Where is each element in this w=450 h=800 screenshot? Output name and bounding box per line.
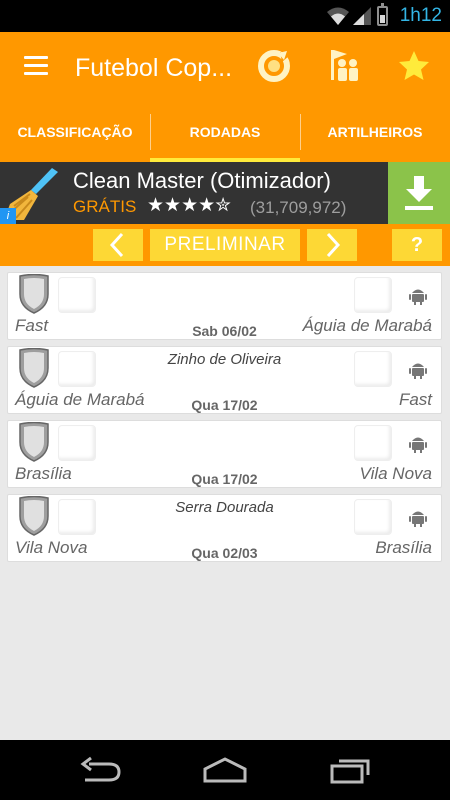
home-team-shield-icon bbox=[19, 348, 49, 388]
home-team-shield-icon bbox=[19, 274, 49, 314]
match-card[interactable]: Brasília Vila Nova Qua 17/02 bbox=[7, 420, 442, 488]
home-score-box bbox=[58, 277, 96, 313]
match-card[interactable]: Fast Águia de Marabá Sab 06/02 bbox=[7, 272, 442, 340]
tab-classificacao[interactable]: CLASSIFICAÇÃO bbox=[0, 102, 150, 162]
ad-rating-count: (31,709,972) bbox=[250, 198, 347, 217]
home-score-box bbox=[58, 499, 96, 535]
favorite-star-icon[interactable] bbox=[396, 48, 432, 84]
app-title: Futebol Cop... bbox=[75, 54, 233, 82]
round-label[interactable]: PRELIMINAR bbox=[150, 229, 300, 261]
away-score-box bbox=[354, 425, 392, 461]
away-score-box bbox=[354, 499, 392, 535]
download-icon bbox=[405, 176, 433, 210]
team-icon[interactable] bbox=[327, 48, 363, 84]
ad-rating-stars: ★★★★✮ bbox=[147, 195, 232, 216]
away-score-box bbox=[354, 277, 392, 313]
match-card[interactable]: Serra Dourada Vila Nova Brasília Qua 02/… bbox=[7, 494, 442, 562]
round-selector: PRELIMINAR ? bbox=[0, 224, 450, 266]
status-bar: 1h12 bbox=[0, 0, 450, 32]
navigation-bar bbox=[0, 740, 450, 800]
menu-icon[interactable] bbox=[24, 56, 48, 76]
match-date: Sab 06/02 bbox=[192, 323, 257, 339]
android-icon bbox=[409, 363, 427, 379]
ad-title: Clean Master (Otimizador) bbox=[73, 168, 331, 193]
home-team-shield-icon bbox=[19, 496, 49, 536]
ad-info-icon[interactable]: i bbox=[0, 208, 16, 224]
home-team-shield-icon bbox=[19, 422, 49, 462]
android-icon bbox=[409, 437, 427, 453]
tab-rodadas[interactable]: RODADAS bbox=[150, 102, 300, 162]
wifi-icon bbox=[327, 7, 349, 25]
home-score-box bbox=[58, 351, 96, 387]
match-card[interactable]: Zinho de Oliveira Águia de Marabá Fast Q… bbox=[7, 346, 442, 414]
match-date: Qua 02/03 bbox=[191, 545, 258, 561]
clock: 1h12 bbox=[399, 5, 442, 26]
match-date: Qua 17/02 bbox=[191, 471, 258, 487]
home-score-box bbox=[58, 425, 96, 461]
tab-artilheiros[interactable]: ARTILHEIROS bbox=[300, 102, 450, 162]
refresh-icon[interactable] bbox=[256, 48, 292, 84]
download-button[interactable] bbox=[388, 162, 450, 224]
away-score-box bbox=[354, 351, 392, 387]
chevron-left-icon bbox=[109, 232, 124, 258]
chevron-right-icon bbox=[326, 232, 341, 258]
android-icon bbox=[409, 289, 427, 305]
help-button[interactable]: ? bbox=[392, 229, 442, 261]
ad-banner[interactable]: i Clean Master (Otimizador) GRÁTIS ★★★★✮… bbox=[0, 162, 450, 224]
next-round-button[interactable] bbox=[307, 229, 357, 261]
signal-icon bbox=[353, 7, 371, 25]
tab-bar: CLASSIFICAÇÃO RODADAS ARTILHEIROS bbox=[0, 102, 450, 162]
home-icon[interactable] bbox=[202, 755, 248, 785]
recent-apps-icon[interactable] bbox=[328, 755, 374, 785]
action-bar: Futebol Cop... bbox=[0, 32, 450, 102]
battery-icon bbox=[377, 3, 388, 26]
back-icon[interactable] bbox=[77, 755, 123, 785]
match-date: Qua 17/02 bbox=[191, 397, 258, 413]
previous-round-button[interactable] bbox=[93, 229, 143, 261]
ad-price: GRÁTIS bbox=[73, 197, 137, 216]
android-icon bbox=[409, 511, 427, 527]
